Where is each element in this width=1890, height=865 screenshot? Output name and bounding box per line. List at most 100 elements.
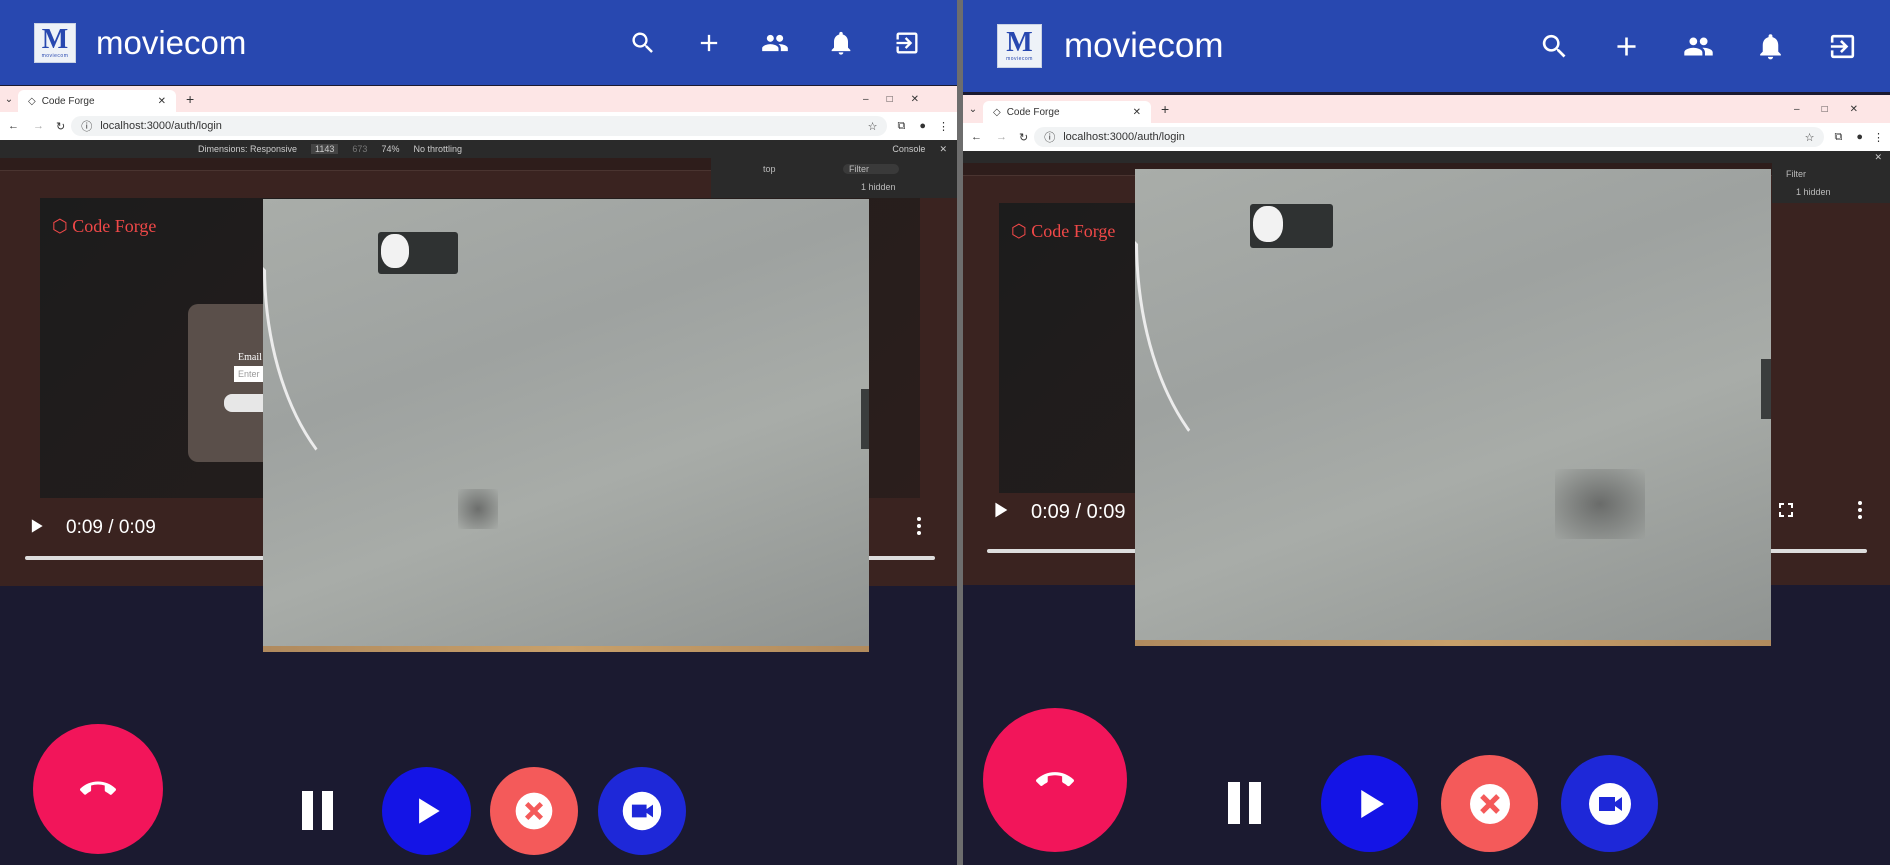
logout-icon[interactable]	[889, 25, 925, 61]
close-button[interactable]	[490, 767, 578, 855]
more-icon[interactable]	[907, 514, 931, 543]
bookmark-star-icon[interactable]: ☆	[868, 120, 878, 133]
tab-favicon-icon: ◇	[993, 106, 1001, 118]
app-logo[interactable]: M moviecom	[34, 22, 76, 63]
floor-edge	[1135, 640, 1771, 646]
app-logo[interactable]: M moviecom	[997, 24, 1042, 68]
url-field[interactable]: ⓘ localhost:3000/auth/login ☆	[1034, 127, 1825, 147]
url-field[interactable]: ⓘ localhost:3000/auth/login ☆	[71, 116, 888, 136]
logo-letter: M	[41, 23, 69, 55]
add-icon[interactable]	[1608, 28, 1644, 64]
edge-object	[1761, 359, 1771, 419]
brand-logo: ⬡ Code Forge	[1011, 221, 1115, 242]
dimensions-select[interactable]: Dimensions: Responsive	[198, 144, 297, 154]
add-icon[interactable]	[691, 25, 727, 61]
height-field[interactable]: 673	[352, 144, 367, 154]
reload-icon[interactable]: ↻	[1013, 131, 1034, 144]
devtools-close-icon[interactable]: ✕	[939, 144, 947, 155]
new-tab-icon[interactable]: +	[186, 91, 194, 107]
throttling-select[interactable]: No throttling	[413, 144, 462, 154]
fullscreen-icon[interactable]	[1774, 498, 1798, 527]
video-camera-button[interactable]	[1561, 755, 1658, 852]
play-icon[interactable]	[989, 499, 1009, 526]
people-icon[interactable]	[757, 25, 793, 61]
play-icon	[1360, 789, 1384, 818]
pause-button[interactable]	[1228, 782, 1261, 824]
app-title: moviecom	[1064, 26, 1224, 65]
logout-icon[interactable]	[1824, 28, 1860, 64]
devtools-close-icon[interactable]: ✕	[1874, 152, 1882, 163]
width-field[interactable]: 1143	[311, 144, 339, 154]
end-call-icon	[80, 781, 116, 795]
console-tab[interactable]: Console	[892, 144, 925, 154]
console-filter[interactable]: Filter	[1786, 169, 1806, 179]
bell-icon[interactable]	[1752, 28, 1788, 64]
pause-icon-bar	[322, 791, 333, 830]
play-icon[interactable]	[26, 516, 46, 541]
brand-name: Code Forge	[72, 216, 157, 236]
email-label: Email	[238, 352, 262, 363]
back-icon[interactable]: ←	[963, 131, 990, 143]
close-icon	[1469, 783, 1510, 824]
end-call-button[interactable]	[983, 708, 1127, 852]
back-icon[interactable]: ←	[0, 120, 27, 132]
play-button[interactable]	[382, 767, 471, 855]
url-text: localhost:3000/auth/login	[100, 120, 222, 132]
bookmark-star-icon[interactable]: ☆	[1805, 131, 1815, 144]
tab-menu-icon[interactable]: ⌄	[963, 104, 983, 115]
plug	[381, 234, 409, 268]
browser-tab-strip: ⌄ ◇ Code Forge ✕ + –□✕	[0, 86, 957, 112]
video-time: 0:09 / 0:09	[1031, 500, 1126, 523]
videocam-icon	[622, 791, 662, 831]
window-controls[interactable]: –□✕	[1794, 104, 1880, 115]
edge-object	[861, 389, 869, 449]
reload-icon[interactable]: ↻	[50, 120, 71, 133]
app-bar: M moviecom moviecom	[0, 0, 957, 85]
brand-cube-icon: ⬡	[52, 216, 73, 236]
video-camera-button[interactable]	[598, 767, 686, 855]
people-icon[interactable]	[1680, 28, 1716, 64]
floor-edge	[263, 646, 869, 652]
logo-caption: moviecom	[1006, 56, 1033, 62]
tab-close-icon[interactable]: ✕	[1133, 107, 1141, 118]
forward-icon[interactable]: →	[27, 120, 50, 132]
more-icon[interactable]	[1848, 498, 1872, 527]
local-camera-preview[interactable]	[263, 199, 869, 652]
profile-icon[interactable]: ●	[1852, 131, 1867, 143]
pause-icon-bar	[302, 791, 313, 830]
console-panel: top Filter 1 hidden	[711, 158, 957, 198]
extensions-icon[interactable]: ⧉	[887, 120, 915, 133]
app-title: moviecom	[96, 23, 247, 61]
zoom-select[interactable]: 74%	[381, 144, 399, 154]
end-call-button[interactable]	[33, 724, 163, 854]
window-controls[interactable]: –□✕	[863, 94, 937, 105]
site-info-icon: ⓘ	[81, 121, 93, 133]
search-icon[interactable]	[1536, 28, 1572, 64]
browser-tab[interactable]: ◇ Code Forge ✕	[18, 90, 176, 112]
pause-button[interactable]	[302, 791, 333, 830]
browser-tab[interactable]: ◇ Code Forge ✕	[983, 101, 1151, 123]
extensions-icon[interactable]: ⧉	[1824, 131, 1852, 144]
close-button[interactable]	[1441, 755, 1538, 852]
browser-url-bar: ← → ↻ ⓘ localhost:3000/auth/login ☆ ⧉ ● …	[0, 112, 957, 140]
local-camera-preview[interactable]	[1135, 169, 1771, 646]
tab-menu-icon[interactable]: ⌄	[0, 94, 18, 105]
tab-favicon-icon: ◇	[28, 95, 36, 107]
browser-tab-strip: ⌄ ◇ Code Forge ✕ + –□✕	[963, 95, 1890, 123]
devtools-toolbar: Dimensions: Responsive 1143 673 74% No t…	[0, 140, 957, 158]
floor-shadow	[458, 489, 498, 529]
profile-icon[interactable]: ●	[915, 120, 930, 132]
devtools-toolbar: ✕	[963, 151, 1890, 163]
play-button[interactable]	[1321, 755, 1418, 852]
console-filter[interactable]: Filter	[843, 164, 899, 174]
forward-icon[interactable]: →	[990, 131, 1013, 143]
tab-close-icon[interactable]: ✕	[158, 96, 166, 107]
browser-menu-icon[interactable]: ⋮	[930, 120, 957, 133]
search-icon[interactable]	[625, 25, 661, 61]
context-select[interactable]: top	[763, 164, 776, 174]
bell-icon[interactable]	[823, 25, 859, 61]
end-call-icon	[1036, 772, 1074, 787]
new-tab-icon[interactable]: +	[1161, 101, 1169, 117]
videocam-icon	[1588, 782, 1631, 825]
browser-menu-icon[interactable]: ⋮	[1867, 131, 1890, 144]
